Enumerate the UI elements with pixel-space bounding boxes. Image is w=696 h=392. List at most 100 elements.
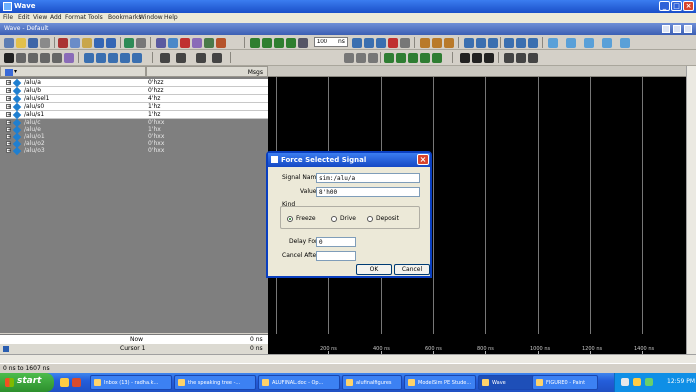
taskbar-item[interactable]: alufinalfigures: [342, 375, 402, 390]
compile-icon[interactable]: [124, 38, 134, 48]
list-icon[interactable]: [192, 38, 202, 48]
wave-move-icon[interactable]: [108, 53, 118, 63]
cursor-delete-icon[interactable]: [472, 53, 482, 63]
break-icon[interactable]: [388, 38, 398, 48]
print-icon[interactable]: [40, 38, 50, 48]
zoom-range-icon[interactable]: [432, 53, 442, 63]
wave-stretch-icon[interactable]: [96, 53, 106, 63]
bookmark-goto-icon[interactable]: [356, 53, 366, 63]
dialog-close-button[interactable]: ×: [417, 154, 429, 165]
expand-icon[interactable]: +: [6, 120, 11, 126]
start-button[interactable]: start: [0, 373, 54, 392]
minimize-button[interactable]: _: [659, 1, 670, 11]
zoom-full-icon[interactable]: [408, 53, 418, 63]
tray-security-icon[interactable]: [645, 378, 653, 386]
wave-invert-icon[interactable]: [120, 53, 130, 63]
close-button[interactable]: ×: [683, 1, 694, 11]
taskbar-item[interactable]: ModelSim PE Stude...: [404, 375, 476, 390]
zoom-in-icon[interactable]: [384, 53, 394, 63]
run-all-icon[interactable]: [376, 38, 386, 48]
undo-icon[interactable]: [94, 38, 104, 48]
subwindow-close-icon[interactable]: [684, 25, 692, 33]
names-column-header[interactable]: ▾: [0, 66, 146, 77]
collapse-icon[interactable]: [528, 38, 538, 48]
cursor-lock-icon[interactable]: [3, 346, 9, 352]
expand-icon[interactable]: +: [6, 127, 11, 133]
delete-icon[interactable]: [52, 53, 62, 63]
signal-name-cell[interactable]: + /alu/sel1: [0, 94, 146, 104]
expand-down-icon[interactable]: [516, 38, 526, 48]
expand-icon[interactable]: +: [6, 88, 11, 94]
copy-icon[interactable]: [70, 38, 80, 48]
find-edge-icon[interactable]: [196, 53, 206, 63]
menu-window[interactable]: Window: [139, 14, 163, 21]
zoom-mode-icon[interactable]: [16, 53, 26, 63]
expand-icon[interactable]: +: [6, 104, 11, 110]
quicklaunch-browser-icon[interactable]: [72, 378, 81, 387]
menu-tools[interactable]: Tools: [88, 14, 103, 21]
tray-network-icon[interactable]: [621, 378, 629, 386]
vertical-scrollbar[interactable]: [686, 66, 696, 354]
insert-cursor-icon[interactable]: [64, 53, 74, 63]
expand-icon[interactable]: +: [6, 141, 11, 147]
wave-mirror-icon[interactable]: [132, 53, 142, 63]
signal-name-field[interactable]: [316, 173, 420, 183]
kind-freeze-radio[interactable]: [287, 216, 293, 222]
step-out-icon[interactable]: [286, 38, 296, 48]
cancel-after-field[interactable]: [316, 251, 356, 261]
run-length-icon[interactable]: [298, 38, 308, 48]
values-column-header[interactable]: Msgs: [146, 66, 268, 77]
run-restart-icon[interactable]: [250, 38, 260, 48]
taskbar-item[interactable]: ALUFINAL.doc - Op...: [258, 375, 340, 390]
breakpoint-icon[interactable]: [180, 38, 190, 48]
subwindow-restore-icon[interactable]: [673, 25, 681, 33]
expand-icon[interactable]: +: [6, 112, 11, 118]
signal-row[interactable]: + /alu/o3 0'hxx: [0, 146, 268, 156]
wave-radix-icon[interactable]: [584, 38, 594, 48]
step-over-icon[interactable]: [274, 38, 284, 48]
open-folder-icon[interactable]: [16, 38, 26, 48]
cursor-lock-icon[interactable]: [484, 53, 494, 63]
kind-deposit-radio[interactable]: [367, 216, 373, 222]
edge-prev-icon[interactable]: [160, 53, 170, 63]
tray-volume-icon[interactable]: [633, 378, 641, 386]
menu-view[interactable]: View: [33, 14, 47, 21]
expand-icon[interactable]: +: [6, 96, 11, 102]
select-mode-icon[interactable]: [4, 53, 14, 63]
cut-icon[interactable]: [58, 38, 68, 48]
wave-style-icon[interactable]: [548, 38, 558, 48]
up-arrow-icon[interactable]: [464, 38, 474, 48]
down-arrow-icon[interactable]: [488, 38, 498, 48]
redo-icon[interactable]: [106, 38, 116, 48]
signal-name-cell[interactable]: + /alu/s0: [0, 102, 146, 112]
menu-add[interactable]: Add: [50, 14, 62, 21]
edge-next-icon[interactable]: [176, 53, 186, 63]
signal-name-cell[interactable]: + /alu/b: [0, 86, 146, 96]
expand-icon[interactable]: +: [6, 148, 11, 154]
step-out-source-icon[interactable]: [444, 38, 454, 48]
save-icon[interactable]: [28, 38, 38, 48]
continue-icon[interactable]: [364, 38, 374, 48]
signal-row[interactable]: + /alu/b 0'hzz: [0, 86, 268, 96]
edit-mode-icon[interactable]: [40, 53, 50, 63]
wave-last-icon[interactable]: [528, 53, 538, 63]
wave-format-icon[interactable]: [566, 38, 576, 48]
new-file-icon[interactable]: [4, 38, 14, 48]
ruler-icon[interactable]: [28, 53, 38, 63]
signal-row[interactable]: + /alu/sel1 4'hz: [0, 94, 268, 104]
cursor-add-icon[interactable]: [460, 53, 470, 63]
taskbar-item[interactable]: Inbox (13) - radha.k...: [90, 375, 172, 390]
expand-up-icon[interactable]: [504, 38, 514, 48]
signal-name-cell[interactable]: + /alu/s1: [0, 110, 146, 120]
menu-file[interactable]: File: [3, 14, 13, 21]
bookmark-add-icon[interactable]: [344, 53, 354, 63]
stop-icon[interactable]: [400, 38, 410, 48]
wave-prev-icon[interactable]: [504, 53, 514, 63]
signals-icon[interactable]: [204, 38, 214, 48]
step-over-source-icon[interactable]: [432, 38, 442, 48]
delay-for-field[interactable]: [316, 237, 356, 247]
memory-icon[interactable]: [168, 38, 178, 48]
signal-row[interactable]: + /alu/s1 1'hz: [0, 110, 268, 120]
wave-color-icon[interactable]: [602, 38, 612, 48]
refresh-icon[interactable]: [476, 38, 486, 48]
